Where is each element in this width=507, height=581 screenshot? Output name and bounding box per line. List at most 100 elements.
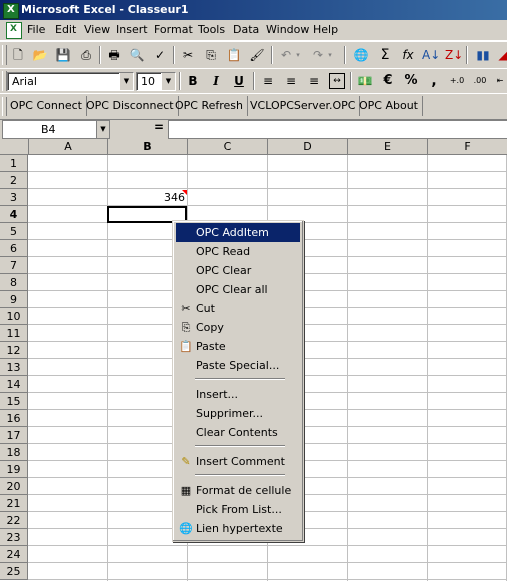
decrease-decimal-icon[interactable]: .00 (472, 73, 488, 89)
column-header-b[interactable]: B (108, 139, 188, 155)
formula-input[interactable] (168, 120, 507, 139)
row-header[interactable]: 11 (0, 325, 28, 342)
row-header[interactable]: 24 (0, 546, 28, 563)
row-header[interactable]: 10 (0, 308, 28, 325)
spelling-icon[interactable]: ✓ (152, 47, 168, 63)
row-header[interactable]: 18 (0, 444, 28, 461)
context-item-opc-clear-all[interactable]: OPC Clear all (176, 280, 300, 299)
chevron-down-icon[interactable]: ▼ (119, 73, 133, 90)
new-icon[interactable]: 🗋 (10, 47, 26, 63)
row-header[interactable]: 14 (0, 376, 28, 393)
row-header[interactable]: 5 (0, 223, 28, 240)
align-right-icon[interactable]: ≡ (306, 73, 322, 89)
row-header[interactable]: 8 (0, 274, 28, 291)
format-painter-icon[interactable]: 🖌 (249, 47, 265, 63)
context-item-opc-read[interactable]: OPC Read (176, 242, 300, 261)
hyperlink-icon[interactable]: 🌐 (353, 47, 369, 63)
toolbar-grip[interactable] (2, 45, 7, 65)
chevron-down-icon[interactable]: ▼ (96, 121, 109, 138)
indent-icon[interactable]: ⇤ (492, 73, 507, 89)
underline-button[interactable]: U (231, 73, 247, 89)
row-header[interactable]: 16 (0, 410, 28, 427)
menu-data[interactable]: Data (233, 23, 259, 36)
row-header[interactable]: 12 (0, 342, 28, 359)
bold-button[interactable]: B (185, 73, 201, 89)
merge-center-icon[interactable]: ↔ (329, 73, 345, 89)
sort-descending-icon[interactable]: Z↓ (445, 47, 463, 63)
euro-button[interactable]: € (380, 73, 396, 89)
row-header[interactable]: 23 (0, 529, 28, 546)
row-header[interactable]: 13 (0, 359, 28, 376)
cell-b3[interactable]: 346 (108, 189, 187, 206)
menu-format[interactable]: Format (154, 23, 193, 36)
menu-file[interactable]: File (27, 23, 45, 36)
context-item-insert[interactable]: Insert... (176, 385, 300, 404)
formula-equals-icon[interactable]: = (154, 120, 164, 134)
permission-icon[interactable]: ⎙ (78, 47, 94, 63)
print-preview-icon[interactable]: 🔍 (129, 47, 145, 63)
row-header[interactable]: 4 (0, 206, 28, 223)
opc-about-button[interactable]: OPC About (355, 96, 423, 116)
redo-dropdown-icon[interactable]: ▾ (322, 47, 338, 63)
column-header-f[interactable]: F (428, 139, 507, 155)
opc-refresh-button[interactable]: OPC Refresh (171, 96, 249, 116)
chevron-down-icon[interactable]: ▼ (161, 73, 175, 90)
row-header[interactable]: 9 (0, 291, 28, 308)
context-item-clear-contents[interactable]: Clear Contents (176, 423, 300, 442)
context-item-supprimer[interactable]: Supprimer... (176, 404, 300, 423)
name-box[interactable]: B4 ▼ (2, 120, 110, 139)
column-header-a[interactable]: A (29, 139, 108, 155)
context-item-pick-from-list[interactable]: Pick From List... (176, 500, 300, 519)
comment-indicator-icon[interactable] (182, 190, 187, 195)
row-header[interactable]: 25 (0, 563, 28, 580)
row-header[interactable]: 6 (0, 240, 28, 257)
row-header[interactable]: 7 (0, 257, 28, 274)
menu-window[interactable]: Window (266, 23, 309, 36)
context-item-opc-clear[interactable]: OPC Clear (176, 261, 300, 280)
context-item-opc-additem[interactable]: OPC AddItem (176, 223, 300, 242)
paste-icon[interactable]: 📋 (226, 47, 242, 63)
menu-edit[interactable]: Edit (55, 23, 76, 36)
copy-icon[interactable]: ⎘ (203, 47, 219, 63)
open-icon[interactable]: 📂 (32, 47, 48, 63)
context-item-copy[interactable]: ⎘ Copy (176, 318, 300, 337)
align-left-icon[interactable]: ≡ (260, 73, 276, 89)
context-item-format-cells[interactable]: ▦ Format de cellule (176, 481, 300, 500)
font-size-combo[interactable]: 10 ▼ (136, 72, 176, 91)
context-item-cut[interactable]: ✂ Cut (176, 299, 300, 318)
sort-ascending-icon[interactable]: A↓ (422, 47, 440, 63)
increase-decimal-icon[interactable]: +.0 (449, 73, 465, 89)
undo-dropdown-icon[interactable]: ▾ (290, 47, 306, 63)
row-header[interactable]: 15 (0, 393, 28, 410)
opc-server-button[interactable]: VCLOPCServer.OPC (246, 96, 361, 116)
percent-button[interactable]: % (403, 73, 419, 89)
select-all-corner[interactable] (0, 139, 29, 155)
autosum-icon[interactable]: Σ (377, 47, 393, 63)
cut-icon[interactable]: ✂ (180, 47, 196, 63)
row-header[interactable]: 3 (0, 189, 28, 206)
excel-app-icon[interactable] (3, 3, 19, 19)
context-item-insert-comment[interactable]: ✎ Insert Comment (176, 452, 300, 471)
column-header-c[interactable]: C (188, 139, 268, 155)
menu-view[interactable]: View (84, 23, 110, 36)
row-header[interactable]: 20 (0, 478, 28, 495)
menu-insert[interactable]: Insert (116, 23, 148, 36)
context-item-paste-special[interactable]: Paste Special... (176, 356, 300, 375)
row-header[interactable]: 17 (0, 427, 28, 444)
opc-disconnect-button[interactable]: OPC Disconnect (82, 96, 179, 116)
font-name-combo[interactable]: Arial ▼ (7, 72, 134, 91)
print-icon[interactable]: 🖶 (106, 47, 122, 63)
drawing-icon[interactable]: ◢ (495, 47, 507, 63)
column-header-d[interactable]: D (268, 139, 348, 155)
menu-tools[interactable]: Tools (198, 23, 225, 36)
row-header[interactable]: 19 (0, 461, 28, 478)
column-header-e[interactable]: E (348, 139, 428, 155)
menu-help[interactable]: Help (313, 23, 338, 36)
opc-connect-button[interactable]: OPC Connect (6, 96, 87, 116)
row-header[interactable]: 1 (0, 155, 28, 172)
row-header[interactable]: 22 (0, 512, 28, 529)
italic-button[interactable]: I (208, 73, 224, 89)
context-item-hyperlink[interactable]: 🌐 Lien hypertexte (176, 519, 300, 538)
chart-wizard-icon[interactable]: ▮▮ (475, 47, 491, 63)
function-icon[interactable]: fx (400, 47, 416, 63)
